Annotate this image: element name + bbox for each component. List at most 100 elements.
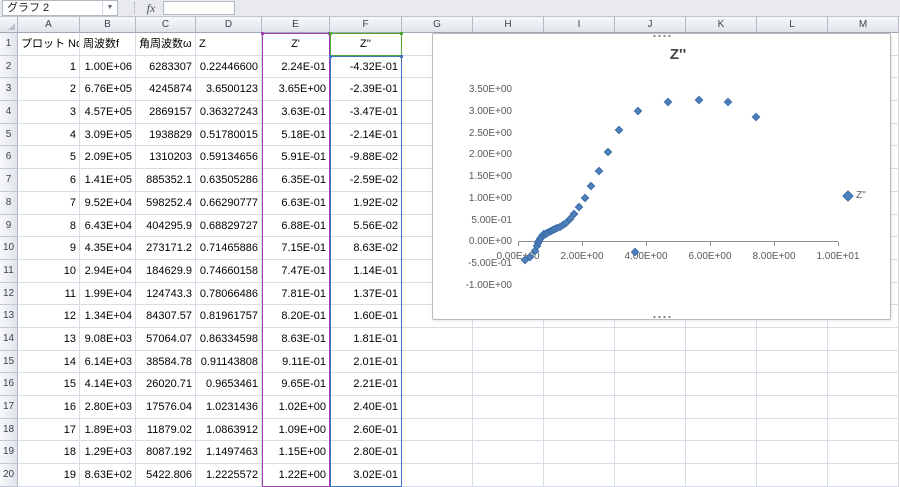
cell-G14[interactable] [402, 327, 473, 351]
cell-M18[interactable] [828, 418, 899, 442]
data-point[interactable] [586, 181, 596, 190]
column-header-H[interactable]: H [473, 17, 544, 33]
cell-L15[interactable] [757, 350, 828, 374]
cell-A12[interactable]: 11 [18, 282, 80, 306]
cell-C16[interactable]: 26020.71 [136, 373, 196, 396]
cell-F14[interactable]: 1.81E-01 [330, 327, 402, 351]
cell-D14[interactable]: 0.86334598 [196, 327, 262, 351]
cell-H18[interactable] [473, 418, 544, 442]
formula-input[interactable] [163, 1, 235, 15]
cell-F19[interactable]: 2.80E-01 [330, 441, 402, 465]
cell-C8[interactable]: 598252.4 [136, 191, 196, 215]
cell-B12[interactable]: 1.99E+04 [80, 282, 136, 306]
cell-E18[interactable]: 1.09E+00 [262, 418, 330, 442]
cell-C17[interactable]: 17576.04 [136, 396, 196, 419]
cell-B11[interactable]: 2.94E+04 [80, 259, 136, 283]
y-axis-label[interactable]: -1.00E+00 [433, 280, 512, 291]
cell-M15[interactable] [828, 350, 899, 374]
cell-C2[interactable]: 6283307 [136, 55, 196, 79]
cell-A13[interactable]: 12 [18, 305, 80, 328]
cell-L20[interactable] [757, 464, 828, 487]
cell-D10[interactable]: 0.71465886 [196, 237, 262, 260]
cell-E11[interactable]: 7.47E-01 [262, 259, 330, 283]
cell-H16[interactable] [473, 373, 544, 396]
cell-A14[interactable]: 13 [18, 327, 80, 351]
data-point[interactable] [633, 106, 643, 116]
cell-H14[interactable] [473, 327, 544, 351]
cell-B20[interactable]: 8.63E+02 [80, 464, 136, 487]
cell-L19[interactable] [757, 441, 828, 465]
row-header-8[interactable]: 8 [0, 191, 18, 215]
cell-D8[interactable]: 0.66290777 [196, 191, 262, 215]
cell-A19[interactable]: 18 [18, 441, 80, 465]
cell-E9[interactable]: 6.88E-01 [262, 214, 330, 238]
cell-L17[interactable] [757, 396, 828, 419]
cell-C13[interactable]: 84307.57 [136, 305, 196, 328]
y-axis-label[interactable]: -5.00E-01 [433, 258, 512, 269]
chart-legend[interactable]: Z'' [842, 189, 866, 202]
data-point[interactable] [574, 203, 584, 212]
cell-I20[interactable] [544, 464, 615, 487]
cell-D3[interactable]: 3.6500123 [196, 78, 262, 102]
row-header-13[interactable]: 13 [0, 305, 18, 328]
y-axis-label[interactable]: 1.00E+00 [433, 193, 512, 204]
cell-A4[interactable]: 3 [18, 101, 80, 124]
column-header-D[interactable]: D [196, 17, 262, 33]
row-header-18[interactable]: 18 [0, 418, 18, 442]
cell-C9[interactable]: 404295.9 [136, 214, 196, 238]
cell-E19[interactable]: 1.15E+00 [262, 441, 330, 465]
cell-D12[interactable]: 0.78066486 [196, 282, 262, 306]
data-point[interactable] [614, 126, 624, 135]
cell-D4[interactable]: 0.36327243 [196, 101, 262, 124]
cell-A6[interactable]: 5 [18, 146, 80, 170]
cell-A3[interactable]: 2 [18, 78, 80, 102]
cell-C4[interactable]: 2869157 [136, 101, 196, 124]
cell-F17[interactable]: 2.40E-01 [330, 396, 402, 419]
cell-C6[interactable]: 1310203 [136, 146, 196, 170]
cell-E17[interactable]: 1.02E+00 [262, 396, 330, 419]
cell-F13[interactable]: 1.60E-01 [330, 305, 402, 328]
data-point[interactable] [752, 113, 761, 122]
row-header-9[interactable]: 9 [0, 214, 18, 238]
cell-L18[interactable] [757, 418, 828, 442]
cell-C5[interactable]: 1938829 [136, 123, 196, 147]
cell-E8[interactable]: 6.63E-01 [262, 191, 330, 215]
cell-I15[interactable] [544, 350, 615, 374]
cell-J19[interactable] [615, 441, 686, 465]
cell-M14[interactable] [828, 327, 899, 351]
cell-D2[interactable]: 0.22446600 [196, 55, 262, 79]
cell-G20[interactable] [402, 464, 473, 487]
cell-M20[interactable] [828, 464, 899, 487]
cell-F7[interactable]: -2.59E-02 [330, 169, 402, 192]
cell-G18[interactable] [402, 418, 473, 442]
x-axis-label[interactable]: 8.00E+00 [744, 251, 804, 262]
column-header-C[interactable]: C [136, 17, 196, 33]
cell-D20[interactable]: 1.2225572 [196, 464, 262, 487]
row-header-14[interactable]: 14 [0, 327, 18, 351]
cell-A2[interactable]: 1 [18, 55, 80, 79]
cell-K19[interactable] [686, 441, 757, 465]
cell-M19[interactable] [828, 441, 899, 465]
cell-K15[interactable] [686, 350, 757, 374]
cell-B9[interactable]: 6.43E+04 [80, 214, 136, 238]
cell-G15[interactable] [402, 350, 473, 374]
cell-F10[interactable]: 8.63E-02 [330, 237, 402, 260]
data-point[interactable] [723, 97, 732, 107]
cell-I14[interactable] [544, 327, 615, 351]
cell-K14[interactable] [686, 327, 757, 351]
row-header-17[interactable]: 17 [0, 396, 18, 419]
cell-H15[interactable] [473, 350, 544, 374]
cell-B10[interactable]: 4.35E+04 [80, 237, 136, 260]
cell-F15[interactable]: 2.01E-01 [330, 350, 402, 374]
cell-J20[interactable] [615, 464, 686, 487]
cell-I19[interactable] [544, 441, 615, 465]
cell-C1[interactable]: 角周波数ω [136, 33, 196, 56]
cell-L16[interactable] [757, 373, 828, 396]
cell-E13[interactable]: 8.20E-01 [262, 305, 330, 328]
cell-K20[interactable] [686, 464, 757, 487]
cell-B3[interactable]: 6.76E+05 [80, 78, 136, 102]
row-header-2[interactable]: 2 [0, 55, 18, 79]
cell-J14[interactable] [615, 327, 686, 351]
cell-E20[interactable]: 1.22E+00 [262, 464, 330, 487]
y-axis-label[interactable]: 2.00E+00 [433, 149, 512, 160]
